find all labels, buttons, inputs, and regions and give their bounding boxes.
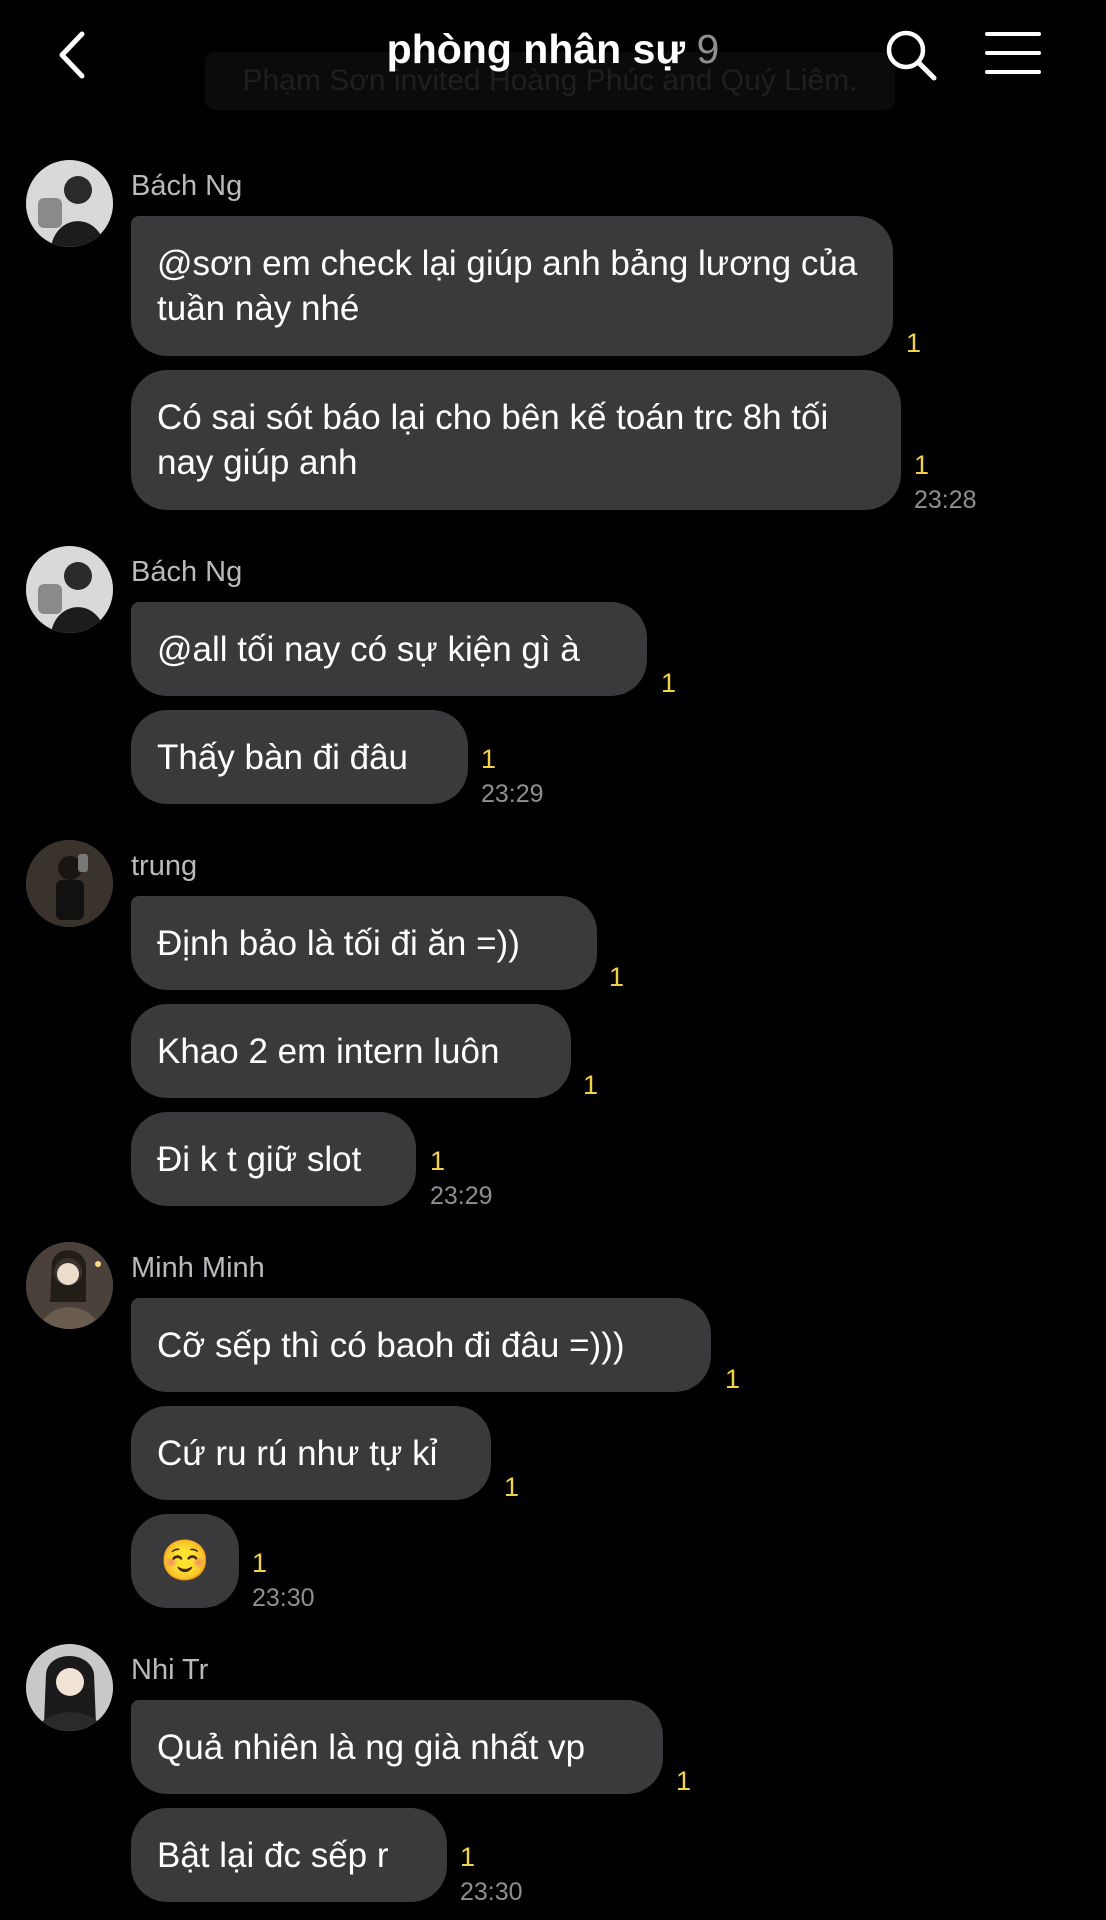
message-bubble[interactable]: Thấy bàn đi đâu xyxy=(131,710,468,804)
unread-count: 1 xyxy=(504,1472,520,1502)
message-bubble[interactable]: Định bảo là tối đi ăn =)) xyxy=(131,896,597,990)
sender-name: Bách Ng xyxy=(131,556,243,588)
message-bubble[interactable]: @all tối nay có sự kiện gì à xyxy=(131,602,647,696)
message-bubble[interactable]: @sơn em check lại giúp anh bảng lương củ… xyxy=(131,216,893,356)
timestamp: 23:30 xyxy=(460,1878,523,1906)
message-bubble[interactable]: Cỡ sếp thì có baoh đi đâu =))) xyxy=(131,1298,711,1392)
menu-button[interactable] xyxy=(985,30,1041,76)
unread-count: 1 xyxy=(583,1070,599,1100)
unread-count: 1 xyxy=(676,1766,692,1796)
unread-count: 1 xyxy=(661,668,677,698)
search-button[interactable] xyxy=(884,28,938,82)
unread-count: 1 xyxy=(914,450,930,480)
sender-name: Minh Minh xyxy=(131,1252,265,1284)
message-bubble[interactable]: Bật lại đc sếp r xyxy=(131,1808,447,1902)
message-bubble[interactable]: Có sai sót báo lại cho bên kế toán trc 8… xyxy=(131,370,901,510)
member-count: 9 xyxy=(696,26,720,72)
message-bubble[interactable]: Quả nhiên là ng già nhất vp xyxy=(131,1700,663,1794)
sender-name: Nhi Tr xyxy=(131,1654,209,1686)
timestamp: 23:28 xyxy=(914,486,977,514)
avatar[interactable] xyxy=(26,840,113,927)
timestamp: 23:29 xyxy=(481,780,544,808)
unread-count: 1 xyxy=(252,1548,268,1578)
unread-count: 1 xyxy=(460,1842,476,1872)
unread-count: 1 xyxy=(481,744,497,774)
chat-title-text: phòng nhân sự xyxy=(386,26,686,72)
unread-count: 1 xyxy=(430,1146,446,1176)
hamburger-menu-icon xyxy=(985,32,1041,74)
timestamp: 23:29 xyxy=(430,1182,493,1210)
avatar[interactable] xyxy=(26,160,113,247)
chat-title: phòng nhân sự 9 xyxy=(0,26,1106,73)
avatar[interactable] xyxy=(26,1644,113,1731)
message-bubble[interactable]: Đi k t giữ slot xyxy=(131,1112,416,1206)
unread-count: 1 xyxy=(725,1364,741,1394)
message-bubble[interactable]: Khao 2 em intern luôn xyxy=(131,1004,571,1098)
message-bubble[interactable]: Cứ ru rú như tự kỉ xyxy=(131,1406,491,1500)
avatar[interactable] xyxy=(26,546,113,633)
timestamp: 23:30 xyxy=(252,1584,315,1612)
sender-name: Bách Ng xyxy=(131,170,243,202)
avatar[interactable] xyxy=(26,1242,113,1329)
emoji-message-bubble[interactable]: ☺️ xyxy=(131,1514,239,1608)
unread-count: 1 xyxy=(609,962,625,992)
chat-header: Phạm Sơn invited Hoàng Phúc and Quý Liêm… xyxy=(0,0,1106,110)
search-icon xyxy=(886,30,937,81)
sender-name: trung xyxy=(131,850,198,882)
unread-count: 1 xyxy=(906,328,922,358)
